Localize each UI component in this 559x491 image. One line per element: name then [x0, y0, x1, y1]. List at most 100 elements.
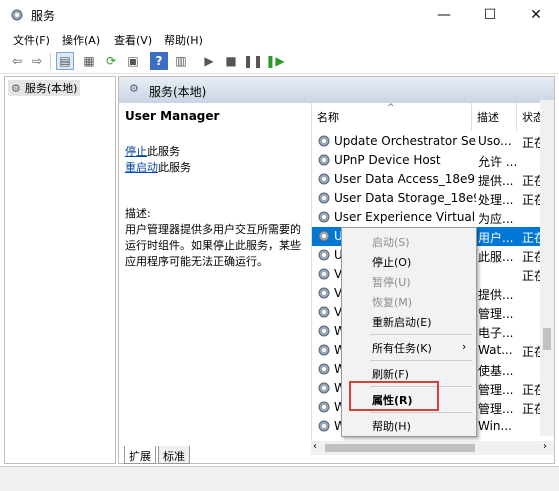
service-name-cell: UPnP Device Host: [334, 153, 441, 167]
service-gear-icon: [318, 382, 330, 394]
menu-item-refresh[interactable]: 刷新(F): [342, 363, 476, 383]
description-label: 描述:: [125, 207, 151, 220]
menu-item-all-tasks[interactable]: 所有任务(K) ›: [342, 337, 476, 357]
title-bar: 服务 — ☐ ✕: [0, 0, 559, 30]
tree-item-services-local[interactable]: ⚙ 服务(本地): [8, 80, 81, 96]
menu-action[interactable]: 操作(A): [62, 32, 100, 48]
scroll-right-icon[interactable]: ›: [543, 441, 547, 452]
start-icon[interactable]: ▶: [200, 52, 218, 70]
service-description-cell: 管理...: [478, 383, 514, 397]
properties-icon[interactable]: ▦: [80, 52, 98, 70]
menu-item-restart[interactable]: 重新启动(E): [342, 311, 476, 331]
menu-file[interactable]: 文件(F): [13, 32, 50, 48]
service-name-cell: User Data Access_18e99aa: [334, 172, 476, 186]
table-row[interactable]: User Data Storage_18e9...处理...正在: [312, 189, 554, 208]
service-gear-icon: [318, 363, 330, 375]
console-tree-icon[interactable]: ▤: [56, 52, 74, 70]
service-gear-icon: [318, 268, 330, 280]
service-description-cell: 用户...: [478, 231, 514, 245]
menu-item-label: 所有任务(K): [372, 342, 432, 355]
service-gear-icon: [318, 230, 330, 242]
description-line: 用户管理器提供多用户交互所需要的: [125, 223, 301, 236]
table-row[interactable]: UPnP Device Host 允许 ...: [312, 151, 554, 170]
tab-extended[interactable]: 扩展: [124, 446, 156, 464]
service-gear-icon: [318, 192, 330, 204]
table-row[interactable]: Update Orchestrator Ser... Uso... 正在: [312, 132, 554, 151]
horizontal-scrollbar[interactable]: ‹ ›: [311, 441, 554, 455]
chevron-right-icon: ›: [462, 340, 467, 353]
export-list-icon[interactable]: ▣: [124, 52, 142, 70]
toolbar-divider: [50, 53, 51, 69]
column-header-name[interactable]: 名称 ^: [312, 103, 472, 131]
panel-header: ⚙ 服务(本地): [119, 77, 554, 103]
help-icon[interactable]: ?: [150, 52, 168, 70]
column-header-label: 描述: [477, 111, 499, 124]
service-gear-icon: [318, 287, 330, 299]
menu-item-help[interactable]: 帮助(H): [342, 415, 476, 435]
service-description-cell: Wat...: [478, 343, 513, 357]
service-gear-icon: [318, 401, 330, 413]
service-description-cell: 此服...: [478, 250, 514, 264]
service-description-cell: Win...: [478, 419, 512, 433]
column-header-description[interactable]: 描述: [472, 103, 517, 131]
status-bar: [0, 466, 559, 491]
stop-icon[interactable]: ■: [222, 52, 240, 70]
service-name-cell: User Data Storage_18e9...: [334, 191, 476, 205]
tree-item-label: 服务(本地): [24, 82, 78, 95]
menu-item-stop[interactable]: 停止(O): [342, 251, 476, 271]
service-detail: User Manager 停止此服务 重启动此服务 描述: 用户管理器提供多用户…: [125, 109, 305, 439]
stop-service-link[interactable]: 停止: [125, 145, 147, 158]
service-name-cell: Update Orchestrator Ser...: [334, 134, 476, 148]
service-gear-icon: [318, 249, 330, 261]
menu-view[interactable]: 查看(V): [114, 32, 152, 48]
service-description-cell: 提供...: [478, 288, 514, 302]
stop-link-suffix: 此服务: [147, 145, 180, 158]
minimize-button[interactable]: —: [421, 0, 467, 30]
sort-ascending-icon: ^: [387, 103, 395, 113]
window-title: 服务: [31, 9, 56, 23]
restart-icon[interactable]: ❚▶: [265, 52, 284, 70]
service-gear-icon: [318, 211, 330, 223]
service-gear-icon: [318, 420, 330, 432]
back-arrow-icon[interactable]: ⇦: [8, 52, 26, 70]
tab-standard[interactable]: 标准: [158, 446, 190, 464]
service-description-cell: 管理...: [478, 307, 514, 321]
toolbar: ⇦ ⇨ ▤ ▦ ⟳ ▣ ? ▥ ▶ ■ ❚❚ ❚▶: [0, 48, 559, 74]
menu-item-start: 启动(S): [372, 236, 410, 249]
service-gear-icon: [318, 135, 330, 147]
service-description-cell: Uso...: [478, 134, 512, 148]
forward-arrow-icon[interactable]: ⇨: [28, 52, 46, 70]
menu-separator: [370, 412, 472, 413]
action-pane-icon[interactable]: ▥: [172, 52, 190, 70]
table-row[interactable]: User Experience Virtualiz...为应...: [312, 208, 554, 227]
vertical-scrollbar[interactable]: [540, 100, 554, 436]
restart-link-suffix: 此服务: [158, 161, 191, 174]
menu-separator: [370, 360, 472, 361]
console-tree: ⚙ 服务(本地): [4, 76, 116, 464]
service-description-cell: 电子...: [478, 326, 514, 340]
restart-service-link[interactable]: 重启动: [125, 161, 158, 174]
menu-bar: 文件(F) 操作(A) 查看(V) 帮助(H): [0, 30, 559, 48]
services-gear-icon: [11, 9, 23, 21]
refresh-icon[interactable]: ⟳: [102, 52, 120, 70]
view-tabs: 扩展 标准: [118, 446, 318, 464]
service-description-cell: 为应...: [478, 212, 514, 226]
scroll-thumb[interactable]: [543, 328, 551, 350]
service-gear-icon: [318, 173, 330, 185]
service-gear-icon: [318, 306, 330, 318]
close-button[interactable]: ✕: [513, 0, 559, 30]
service-gear-icon: [318, 325, 330, 337]
menu-help[interactable]: 帮助(H): [164, 32, 203, 48]
service-gear-icon: [318, 344, 330, 356]
pause-icon[interactable]: ❚❚: [243, 52, 263, 70]
description-line: 应用程序可能无法正确运行。: [125, 255, 268, 268]
menu-item-resume: 恢复(M): [372, 296, 413, 309]
service-name-cell: User Experience Virtualiz...: [334, 210, 476, 224]
service-description-cell: 提供...: [478, 174, 514, 188]
description-line: 运行时组件。如果停止此服务，某些: [125, 239, 301, 252]
scroll-thumb[interactable]: [325, 444, 475, 452]
table-row[interactable]: User Data Access_18e99aa提供...正在: [312, 170, 554, 189]
services-gear-icon: ⚙: [11, 81, 21, 95]
service-description-cell: 使基...: [478, 364, 514, 378]
maximize-button[interactable]: ☐: [467, 0, 513, 30]
